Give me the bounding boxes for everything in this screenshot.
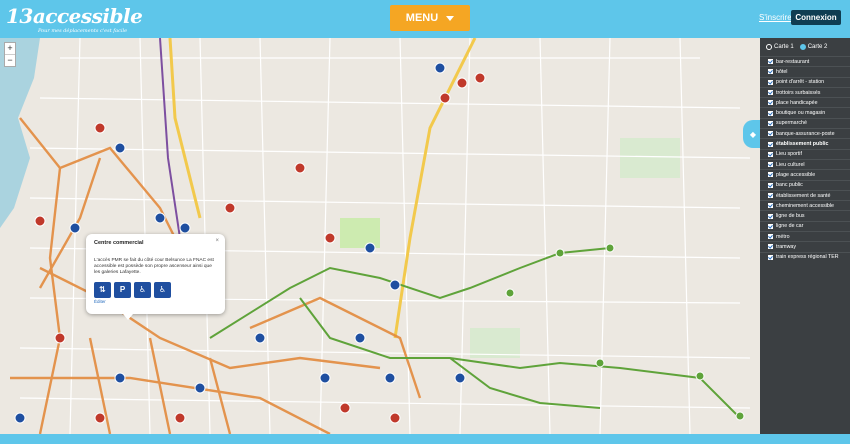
menu-button[interactable]: MENU xyxy=(390,5,470,31)
checkbox-icon[interactable] xyxy=(768,203,773,209)
poi-popup: Centre commercial × L'accès PMR se fait … xyxy=(86,234,225,314)
category-label: ligne de car xyxy=(776,223,804,230)
category-item[interactable]: banque-assurance-poste xyxy=(760,128,850,138)
checkbox-icon[interactable] xyxy=(768,234,773,240)
accessibility-icons: ⇅ P ♿ ♿ xyxy=(94,281,217,298)
category-label: point d'arrêt - station xyxy=(776,79,825,86)
checkbox-icon[interactable] xyxy=(768,141,773,147)
zoom-out-button[interactable]: − xyxy=(5,54,15,66)
category-label: bar-restaurant xyxy=(776,58,810,65)
category-item[interactable]: cheminement accessible xyxy=(760,200,850,210)
category-item[interactable]: ligne de car xyxy=(760,220,850,231)
layer-sidebar: Carte 1 Carte 2 bar-restaurant hôtel point … xyxy=(760,38,850,434)
checkbox-icon[interactable] xyxy=(768,244,773,250)
checkbox-icon[interactable] xyxy=(768,110,773,116)
popup-description: L'accès PMR se fait du côté cour Belsunc… xyxy=(94,258,214,276)
chevron-down-icon xyxy=(446,15,455,21)
wheelchair-access-icon: ♿ xyxy=(154,281,171,298)
menu-label: MENU xyxy=(405,12,439,24)
signup-link[interactable]: S'inscrire xyxy=(759,13,792,22)
category-item[interactable]: bar-restaurant xyxy=(760,56,850,66)
zoom-in-button[interactable]: + xyxy=(5,43,15,54)
category-item[interactable]: hôtel xyxy=(760,66,850,76)
logo-text: 13accessible xyxy=(6,4,143,28)
category-label: Lieu culturel xyxy=(776,161,805,168)
category-item[interactable]: ligne de bus xyxy=(760,210,850,220)
zoom-control: + − xyxy=(4,42,16,67)
category-list: bar-restaurant hôtel point d'arrêt - stati… xyxy=(760,56,850,262)
checkbox-icon[interactable] xyxy=(768,151,773,157)
category-label: boutique ou magasin xyxy=(776,110,826,117)
edit-link[interactable]: Éditer xyxy=(94,299,217,304)
close-icon[interactable]: × xyxy=(215,238,219,244)
checkbox-icon[interactable] xyxy=(768,254,773,260)
tab-carte-2[interactable]: Carte 2 xyxy=(799,44,828,50)
checkbox-icon[interactable] xyxy=(768,59,773,65)
radio-icon xyxy=(766,44,772,50)
category-item[interactable]: place handicapée xyxy=(760,97,850,107)
checkbox-icon[interactable] xyxy=(768,79,773,85)
layers-icon: ◆ xyxy=(749,129,757,139)
category-item[interactable]: établissement de santé xyxy=(760,189,850,200)
popup-pointer xyxy=(123,314,133,320)
park-area xyxy=(340,218,380,248)
elevator-icon: ⇅ xyxy=(94,281,111,298)
category-label: banque-assurance-poste xyxy=(776,130,835,137)
category-label: supermarché xyxy=(776,120,807,127)
checkbox-icon[interactable] xyxy=(768,120,773,126)
category-item[interactable]: boutique ou magasin xyxy=(760,107,850,117)
category-item[interactable]: tramway xyxy=(760,241,850,251)
category-label: établissement public xyxy=(776,141,829,148)
map-tabs: Carte 1 Carte 2 xyxy=(760,38,850,50)
tab-carte-1[interactable]: Carte 1 xyxy=(766,44,794,50)
category-item[interactable]: point d'arrêt - station xyxy=(760,76,850,87)
category-item[interactable]: établissement public xyxy=(760,138,850,148)
category-label: métro xyxy=(776,233,790,240)
checkbox-icon[interactable] xyxy=(768,69,773,75)
checkbox-icon[interactable] xyxy=(768,193,773,198)
logo-tagline: Pour mes déplacements c'est facile xyxy=(38,28,128,34)
park-area xyxy=(470,328,520,358)
parking-icon: P xyxy=(114,281,131,298)
category-label: cheminement accessible xyxy=(776,202,834,209)
category-item[interactable]: train express régional TER xyxy=(760,251,850,262)
category-label: plage accessible xyxy=(776,171,816,178)
radio-icon xyxy=(799,44,806,50)
checkbox-icon[interactable] xyxy=(768,172,773,178)
wheelchair-icon: ♿ xyxy=(134,281,151,298)
category-item[interactable]: trottoirs surbaissés xyxy=(760,86,850,97)
category-label: tramway xyxy=(776,243,797,250)
checkbox-icon[interactable] xyxy=(768,100,773,106)
category-item[interactable]: Lieu sportif xyxy=(760,148,850,159)
category-item[interactable]: banc public xyxy=(760,179,850,190)
popup-title: Centre commercial xyxy=(94,240,144,246)
checkbox-icon[interactable] xyxy=(768,182,773,188)
checkbox-icon[interactable] xyxy=(768,162,773,168)
checkbox-icon[interactable] xyxy=(768,131,773,137)
category-item[interactable]: supermarché xyxy=(760,117,850,128)
category-label: banc public xyxy=(776,182,803,189)
footer-bar xyxy=(0,434,850,444)
checkbox-icon[interactable] xyxy=(768,213,773,219)
login-button[interactable]: Connexion xyxy=(791,10,841,25)
logo[interactable]: 13accessible Pour mes déplacements c'est… xyxy=(6,4,143,34)
category-label: Lieu sportif xyxy=(776,151,802,158)
category-label: établissement de santé xyxy=(776,192,831,199)
category-item[interactable]: métro xyxy=(760,231,850,241)
tab-label: Carte 1 xyxy=(774,44,794,50)
category-label: place handicapée xyxy=(776,99,818,106)
category-label: ligne de bus xyxy=(776,213,805,220)
category-label: hôtel xyxy=(776,68,788,75)
header-bar: 13accessible Pour mes déplacements c'est… xyxy=(0,0,850,38)
category-item[interactable]: plage accessible xyxy=(760,169,850,179)
category-label: trottoirs surbaissés xyxy=(776,89,821,96)
tab-label: Carte 2 xyxy=(807,44,828,50)
rail-line xyxy=(159,38,181,239)
category-item[interactable]: Lieu culturel xyxy=(760,158,850,169)
checkbox-icon[interactable] xyxy=(768,223,773,229)
checkbox-icon[interactable] xyxy=(768,90,773,96)
category-label: train express régional TER xyxy=(776,254,839,261)
park-area xyxy=(620,138,680,178)
